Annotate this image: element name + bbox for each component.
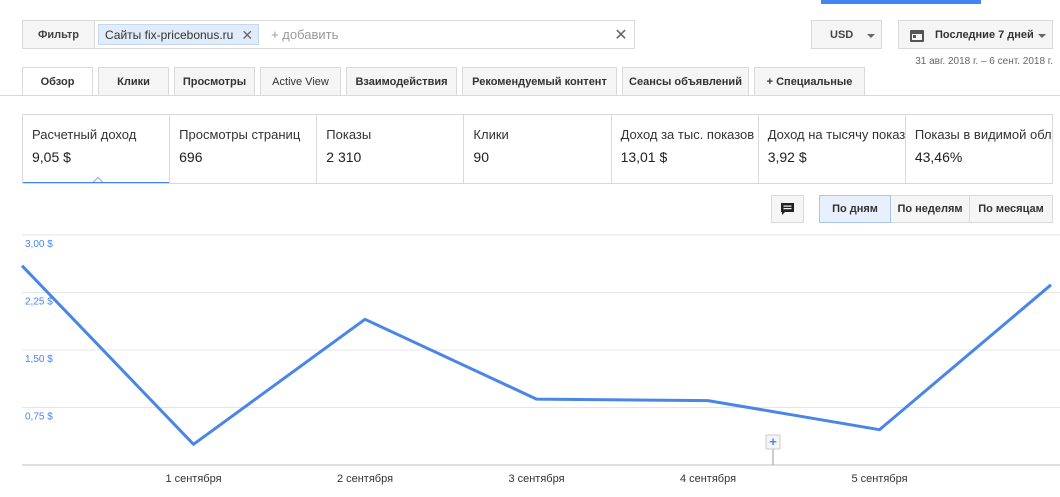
metric-label: Доход за тыс. показов — [620, 127, 755, 142]
tab-custom[interactable]: + Специальные — [754, 67, 865, 95]
metric-page-views[interactable]: Просмотры страниц 696 — [170, 115, 318, 183]
report-tabs: Обзор Клики Просмотры Active View Взаимо… — [22, 67, 870, 96]
metric-label: Показы в видимой области — [914, 127, 1052, 142]
metric-rpm-impressions[interactable]: Доход на тысячу показов 3,92 $ — [759, 115, 906, 183]
primary-action-button[interactable] — [821, 0, 981, 4]
date-range-text: 31 авг. 2018 г. – 6 сент. 2018 г. — [915, 56, 1053, 67]
tab-clicks[interactable]: Клики — [98, 67, 169, 95]
metric-value: 2 310 — [326, 149, 362, 165]
filter-chip: Сайты fix-pricebonus.ru ✕ — [98, 24, 260, 45]
metric-label: Просмотры страниц — [179, 127, 301, 142]
metrics-row: Расчетный доход 9,05 $ Просмотры страниц… — [22, 114, 1053, 184]
by-month-button[interactable]: По месяцам — [969, 195, 1053, 223]
tab-interactions[interactable]: Взаимодействия — [346, 67, 457, 95]
comment-icon — [781, 203, 794, 215]
chevron-down-icon — [867, 34, 875, 38]
x-tick-label: 5 сентября — [851, 473, 907, 485]
adsense-report-page: Фильтр Сайты fix-pricebonus.ru ✕ + добав… — [0, 0, 1060, 497]
period-toggle: По дням По неделям По месяцам — [819, 195, 1053, 223]
tab-views[interactable]: Просмотры — [174, 67, 255, 95]
metric-clicks[interactable]: Клики 90 — [464, 115, 612, 183]
date-range-select[interactable]: Последние 7 дней — [898, 20, 1053, 49]
y-tick-label: 2,25 $ — [25, 297, 53, 308]
metric-rpm-pages[interactable]: Доход за тыс. показов 13,01 $ — [612, 115, 759, 183]
earnings-chart: 3,00 $ 2,25 $ 1,50 $ 0,75 $ 1 сентября 2 сент… — [0, 230, 1060, 497]
filter-bar: Фильтр Сайты fix-pricebonus.ru ✕ + добав… — [22, 20, 635, 49]
metric-value: 13,01 $ — [620, 149, 668, 165]
metric-label: Показы — [326, 127, 372, 142]
metric-value: 9,05 $ — [32, 149, 71, 165]
metric-value: 696 — [179, 149, 203, 165]
date-range-value: Последние 7 дней — [935, 28, 1034, 41]
tabs-divider — [0, 95, 1060, 96]
metric-value: 3,92 $ — [767, 149, 807, 165]
add-filter-input[interactable]: + добавить — [271, 27, 608, 42]
metric-label: Расчетный доход — [32, 127, 137, 142]
y-tick-label: 3,00 $ — [25, 239, 53, 250]
tab-recommended-content[interactable]: Рекомендуемый контент — [462, 67, 617, 95]
metric-label: Доход на тысячу показов — [767, 127, 906, 142]
plus-icon: + — [769, 434, 777, 449]
metric-value: 90 — [473, 149, 489, 165]
by-week-button[interactable]: По неделям — [890, 195, 970, 223]
currency-select[interactable]: USD — [811, 20, 882, 49]
y-tick-label: 1,50 $ — [25, 354, 53, 365]
x-tick-label: 4 сентября — [680, 473, 736, 485]
tab-ad-sessions[interactable]: Сеансы объявлений — [622, 67, 749, 95]
metric-estimated-earnings[interactable]: Расчетный доход 9,05 $ — [23, 115, 171, 183]
filter-chip-label: Сайты fix-pricebonus.ru — [105, 27, 234, 42]
tab-active-view[interactable]: Active View — [260, 67, 341, 95]
filter-button[interactable]: Фильтр — [23, 21, 95, 48]
x-tick-label: 1 сентября — [165, 473, 221, 485]
metric-viewability[interactable]: Показы в видимой области 43,46% — [906, 115, 1052, 183]
calendar-icon — [910, 28, 924, 42]
tab-overview[interactable]: Обзор — [22, 67, 93, 96]
earnings-line-chart: 3,00 $ 2,25 $ 1,50 $ 0,75 $ 1 сентября 2 сент… — [20, 234, 1060, 485]
x-tick-label: 3 сентября — [508, 473, 564, 485]
by-day-button[interactable]: По дням — [819, 195, 891, 223]
y-tick-label: 0,75 $ — [25, 412, 53, 423]
comment-button[interactable] — [771, 195, 804, 223]
metric-impressions[interactable]: Показы 2 310 — [317, 115, 465, 183]
chevron-down-icon — [1038, 34, 1046, 38]
metric-label: Клики — [473, 127, 509, 142]
metric-value: 43,46% — [914, 149, 963, 165]
clear-filter-icon[interactable]: ✕ — [608, 25, 634, 45]
x-tick-label: 2 сентября — [337, 473, 393, 485]
remove-chip-icon[interactable]: ✕ — [241, 28, 253, 42]
currency-value: USD — [830, 28, 854, 41]
